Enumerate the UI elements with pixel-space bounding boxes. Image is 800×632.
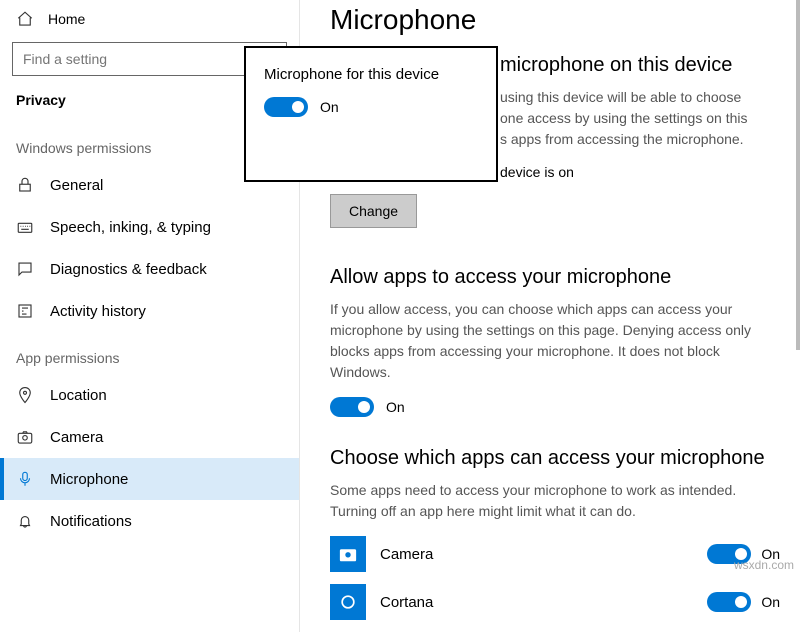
app-row-cortana: Cortana On [330,584,780,620]
app-cortana-toggle[interactable] [707,592,751,612]
popup-title: Microphone for this device [264,66,478,83]
sidebar-item-notifications[interactable]: Notifications [0,500,299,542]
sidebar-item-label: Activity history [50,303,146,320]
sidebar-item-label: Location [50,387,107,404]
section3-desc: Some apps need to access your microphone… [330,480,770,522]
microphone-device-popup: Microphone for this device On [244,46,498,182]
sidebar-item-activity[interactable]: Activity history [0,290,299,332]
popup-device-toggle[interactable] [264,97,308,117]
watermark: wsxdn.com [734,558,794,572]
section1-desc: using this device will be able to choose… [500,87,780,150]
sidebar-item-label: Camera [50,429,103,446]
sidebar-item-label: General [50,177,103,194]
section1-title: microphone on this device [500,54,780,77]
section2-desc: If you allow access, you can choose whic… [330,299,770,383]
section-app-permissions: App permissions [0,332,299,374]
section2-title: Allow apps to access your microphone [330,266,780,289]
home-icon [16,10,34,28]
app-cortana-state: On [761,594,780,610]
sidebar-item-label: Notifications [50,513,132,530]
app-row-camera: Camera On [330,536,780,572]
sidebar-item-diagnostics[interactable]: Diagnostics & feedback [0,248,299,290]
lock-icon [16,176,34,194]
section1-status: device is on [500,164,780,180]
keyboard-icon [16,218,34,236]
microphone-icon [16,470,34,488]
home-label: Home [48,11,85,27]
app-name: Cortana [380,594,676,611]
apps-access-state: On [386,399,405,415]
app-camera-icon [330,536,366,572]
sidebar-home[interactable]: Home [0,0,299,38]
feedback-icon [16,260,34,278]
location-icon [16,386,34,404]
change-button[interactable]: Change [330,194,417,228]
popup-device-state: On [320,99,339,115]
app-name: Camera [380,546,676,563]
sidebar-item-label: Speech, inking, & typing [50,219,211,236]
camera-icon [16,428,34,446]
sidebar-item-label: Diagnostics & feedback [50,261,207,278]
app-cortana-icon [330,584,366,620]
sidebar-item-label: Microphone [50,471,128,488]
sidebar-item-microphone[interactable]: Microphone [0,458,299,500]
bell-icon [16,512,34,530]
page-title: Microphone [330,4,780,36]
sidebar-item-location[interactable]: Location [0,374,299,416]
activity-icon [16,302,34,320]
apps-access-toggle[interactable] [330,397,374,417]
sidebar-item-speech[interactable]: Speech, inking, & typing [0,206,299,248]
section3-title: Choose which apps can access your microp… [330,447,780,470]
sidebar-item-camera[interactable]: Camera [0,416,299,458]
scrollbar[interactable] [796,0,800,350]
